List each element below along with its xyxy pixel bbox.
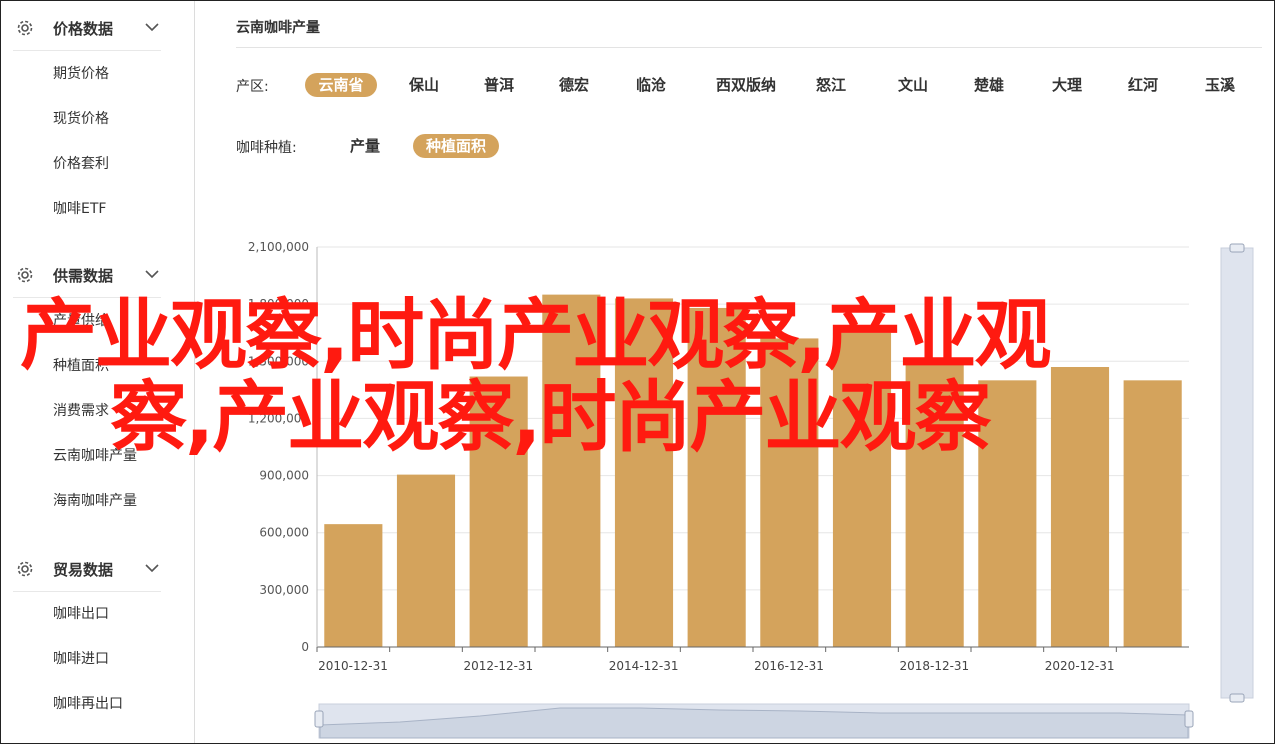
- slider-handle-top[interactable]: [1229, 243, 1245, 253]
- x-tick-label: 2018-12-31: [899, 659, 969, 673]
- overlay-line-2: 察,产业观察,时尚产业观察: [110, 374, 992, 463]
- slider-handle-bottom[interactable]: [1229, 693, 1245, 703]
- bar-2011-12-31[interactable]: [396, 474, 456, 647]
- overlay-line-1: 产业观察,时尚产业观察,产业观: [20, 292, 1052, 381]
- x-tick-label: 2016-12-31: [754, 659, 824, 673]
- y-tick-label: 0: [301, 640, 309, 654]
- vertical-zoom-slider[interactable]: [1220, 243, 1254, 703]
- bar-2010-12-31[interactable]: [324, 524, 383, 647]
- y-tick-label: 300,000: [259, 583, 309, 597]
- watermark-overlay-text: 产业观察,时尚产业观察,产业观 察,产业观察,时尚产业观察: [20, 296, 1170, 460]
- y-tick-label: 2,100,000: [248, 240, 309, 254]
- x-tick-label: 2010-12-31: [318, 659, 388, 673]
- x-tick-label: 2020-12-31: [1045, 659, 1115, 673]
- x-axis-labels: 2010-12-31 2012-12-31 2014-12-31 2016-12-31…: [316, 647, 1117, 673]
- horizontal-zoom-slider[interactable]: [314, 703, 1194, 739]
- x-tick-label: 2012-12-31: [463, 659, 533, 673]
- y-tick-label: 600,000: [259, 526, 309, 540]
- y-tick-label: 900,000: [259, 469, 309, 483]
- x-tick-label: 2014-12-31: [609, 659, 679, 673]
- slider-handle-right[interactable]: [1184, 710, 1194, 728]
- slider-handle-left[interactable]: [314, 710, 324, 728]
